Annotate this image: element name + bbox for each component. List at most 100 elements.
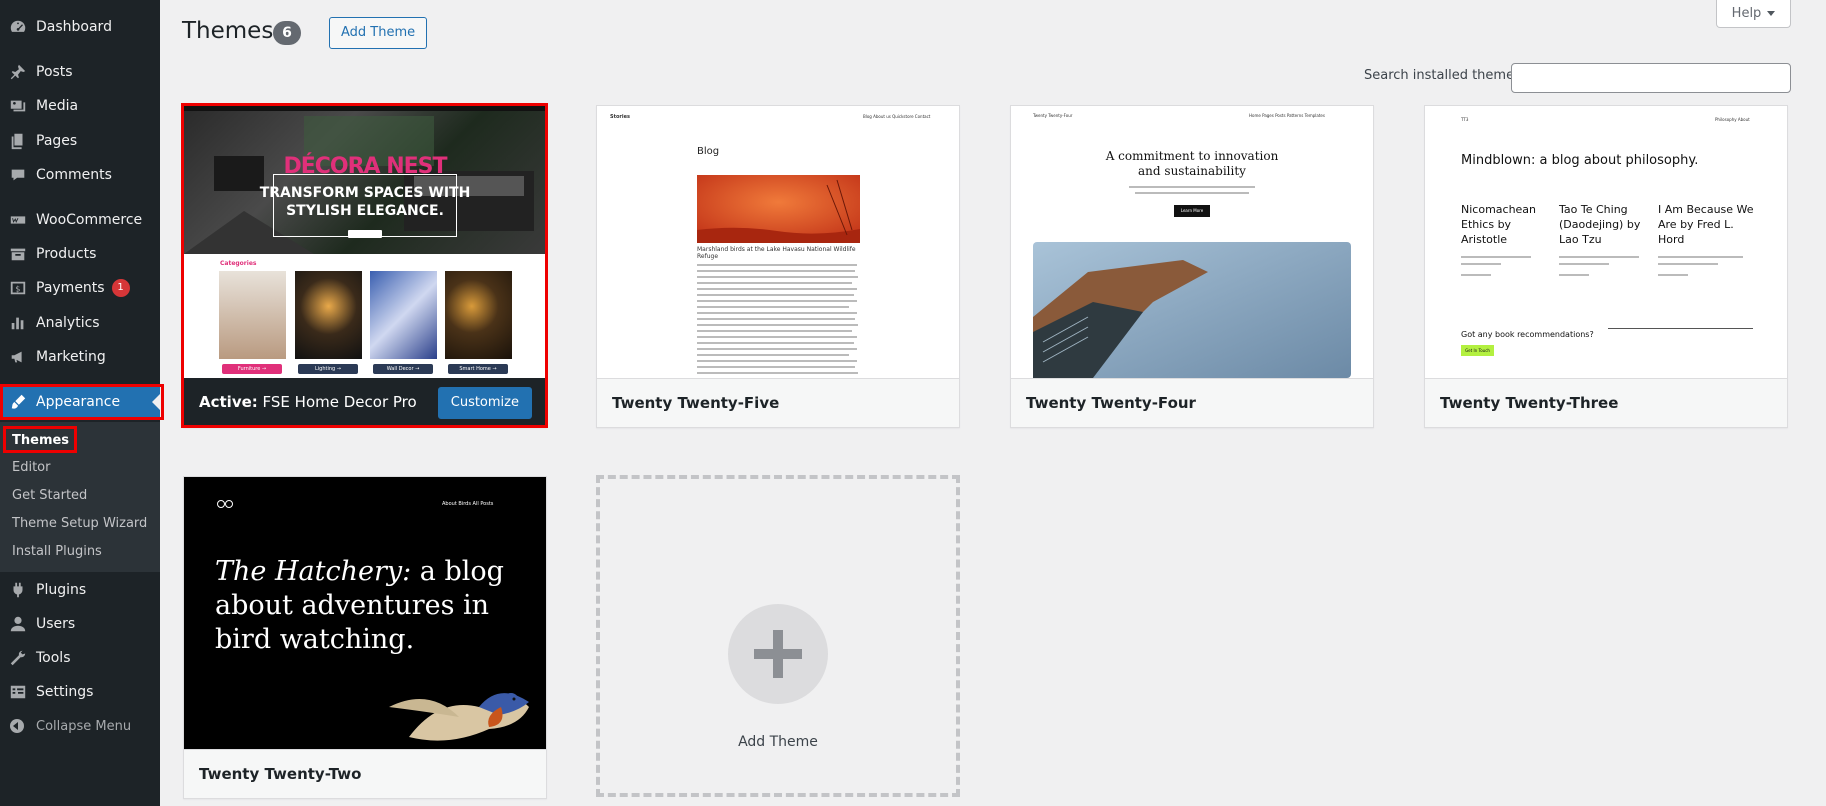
customize-button[interactable]: Customize [437,387,532,419]
appearance-submenu: Themes Editor Get Started Theme Setup Wi… [0,422,160,572]
theme-card-twenty-twenty-two[interactable]: About Birds All Posts The Hatchery: a bl… [183,476,547,799]
help-tab-button[interactable]: Help [1716,0,1791,28]
preview-nav: Blog About us Quickstore Contact [863,114,931,119]
megaphone-icon [0,348,36,366]
sidebar-item-analytics[interactable]: Analytics [0,306,160,340]
category-tile-lighting [295,271,362,359]
sidebar-item-tools[interactable]: Tools [0,641,160,675]
preview-nav: About Birds All Posts [442,501,494,507]
preview-heading: Blog [697,146,720,157]
sidebar-item-label: Pages [36,133,78,149]
sidebar-item-label: Products [36,246,97,262]
collapse-arrow-icon [10,719,24,733]
products-icon [0,245,36,263]
preview-heading-line-1: A commitment to innovation [1105,149,1279,163]
pin-icon [0,63,36,81]
preview-caption: Marshland birds at the Lake Havasu Natio… [697,246,856,260]
preview-architecture-photo [1033,242,1351,378]
preview-question: Got any book recommendations? [1461,330,1594,339]
preview-button: Learn More [1174,205,1210,217]
sidebar-item-label: WooCommerce [36,212,143,228]
plus-icon [728,604,828,704]
active-theme-name: FSE Home Decor Pro [262,393,417,411]
sidebar-item-payments[interactable]: $ Payments 1 [0,271,160,305]
sidebar-item-appearance[interactable]: Appearance [0,385,160,419]
category-label: Smart Home → [448,364,508,374]
hero-banner: DÉCORA NEST TRANSFORM SPACES WITH STYLIS… [184,106,546,254]
sidebar-item-media[interactable]: Media [0,89,160,123]
preview-heading: Mindblown: a blog about philosophy. [1461,153,1699,168]
sidebar-item-label: Media [36,98,79,114]
preview-button: Get In Touch [1461,345,1494,356]
brush-icon [0,393,36,411]
theme-card-active[interactable]: DÉCORA NEST TRANSFORM SPACES WITH STYLIS… [183,105,547,428]
add-theme-button[interactable]: Add Theme [329,17,428,49]
theme-screenshot[interactable]: TT3 Philosophy About Mindblown: a blog a… [1425,106,1787,378]
active-prefix: Active: [199,393,258,411]
sidebar-item-label: Tools [36,650,71,666]
woocommerce-icon [0,211,36,229]
submenu-item-install-plugins[interactable]: Install Plugins [12,544,102,559]
preview-logo-icon [217,500,233,508]
sidebar-item-label: Posts [36,64,73,80]
preview-bird-illustration [389,693,529,741]
sidebar-item-label: Marketing [36,349,106,365]
plugins-icon [0,581,36,599]
submenu-item-themes[interactable]: Themes [12,433,69,448]
sidebar-item-label: Users [36,616,76,632]
theme-count-badge: 6 [273,21,301,45]
theme-card-twenty-twenty-five[interactable]: Stories Blog About us Quickstore Contact… [596,105,960,428]
preview-heading: The Hatchery: a blog about adventures in… [215,555,505,657]
sidebar-item-marketing[interactable]: Marketing [0,340,160,374]
theme-card-twenty-twenty-four[interactable]: Twenty Twenty-Four Home Pages Posts Patt… [1010,105,1374,428]
collapse-menu-button[interactable]: Collapse Menu [0,710,131,742]
analytics-icon [0,314,36,332]
preview-site-title: TT3 [1461,117,1469,122]
sidebar-item-label: Analytics [36,315,100,331]
category-label: Lighting → [298,364,358,374]
sidebar-item-posts[interactable]: Posts [0,55,160,89]
submenu-item-theme-setup-wizard[interactable]: Theme Setup Wizard [12,516,147,531]
submenu-item-get-started[interactable]: Get Started [12,488,87,503]
sidebar-item-woocommerce[interactable]: WooCommerce [0,203,160,237]
theme-name: Twenty Twenty-Three [1425,378,1787,427]
preview-nav: Philosophy About [1715,117,1750,122]
sidebar-item-plugins[interactable]: Plugins [0,573,160,607]
category-tile-wall-decor [370,271,437,359]
category-tile-furniture [219,271,286,359]
sidebar-item-pages[interactable]: Pages [0,124,160,158]
settings-icon [0,683,36,701]
sidebar-item-label: Dashboard [36,19,112,35]
preview-nav: Home Pages Posts Patterns Templates [1249,113,1325,118]
theme-name: Twenty Twenty-Five [597,378,959,427]
theme-screenshot[interactable]: Stories Blog About us Quickstore Contact… [597,106,959,378]
theme-screenshot[interactable]: Twenty Twenty-Four Home Pages Posts Patt… [1011,106,1373,378]
hero-headline-line-1: TRANSFORM SPACES WITH [259,185,471,201]
sidebar-item-label: Appearance [36,394,121,410]
submenu-item-editor[interactable]: Editor [12,460,50,475]
sidebar-item-users[interactable]: Users [0,607,160,641]
theme-name: Twenty Twenty-Four [1011,378,1373,427]
sidebar-item-label: Plugins [36,582,87,598]
hero-cta [348,230,382,238]
caret-down-icon [1767,11,1776,16]
preview-heading-italic: The Hatchery: [215,556,412,587]
theme-screenshot[interactable]: DÉCORA NEST TRANSFORM SPACES WITH STYLIS… [184,106,546,378]
preview-site-title: Stories [610,114,630,120]
collapse-menu-label: Collapse Menu [36,718,132,734]
sidebar-item-label: Payments [36,280,105,296]
sidebar-item-products[interactable]: Products [0,237,160,271]
add-new-theme-card[interactable]: Add Theme [596,475,960,797]
theme-card-twenty-twenty-three[interactable]: TT3 Philosophy About Mindblown: a blog a… [1424,105,1788,428]
preview-post-title: I Am Because We Are by Fred L. Hord [1658,203,1754,246]
search-themes-input[interactable] [1511,63,1791,93]
preview-post-title: Nicomachean Ethics by Aristotle [1461,203,1537,246]
sidebar-item-settings[interactable]: Settings [0,675,160,709]
preview-heading-line-2: and sustainability [1138,164,1246,178]
sidebar-item-comments[interactable]: Comments [0,158,160,192]
sidebar-item-dashboard[interactable]: Dashboard [0,10,160,44]
theme-screenshot[interactable]: About Birds All Posts The Hatchery: a bl… [184,477,546,749]
media-icon [0,97,36,115]
preview-heading: A commitment to innovation and sustainab… [1011,149,1373,179]
page-title: Themes [182,18,274,44]
